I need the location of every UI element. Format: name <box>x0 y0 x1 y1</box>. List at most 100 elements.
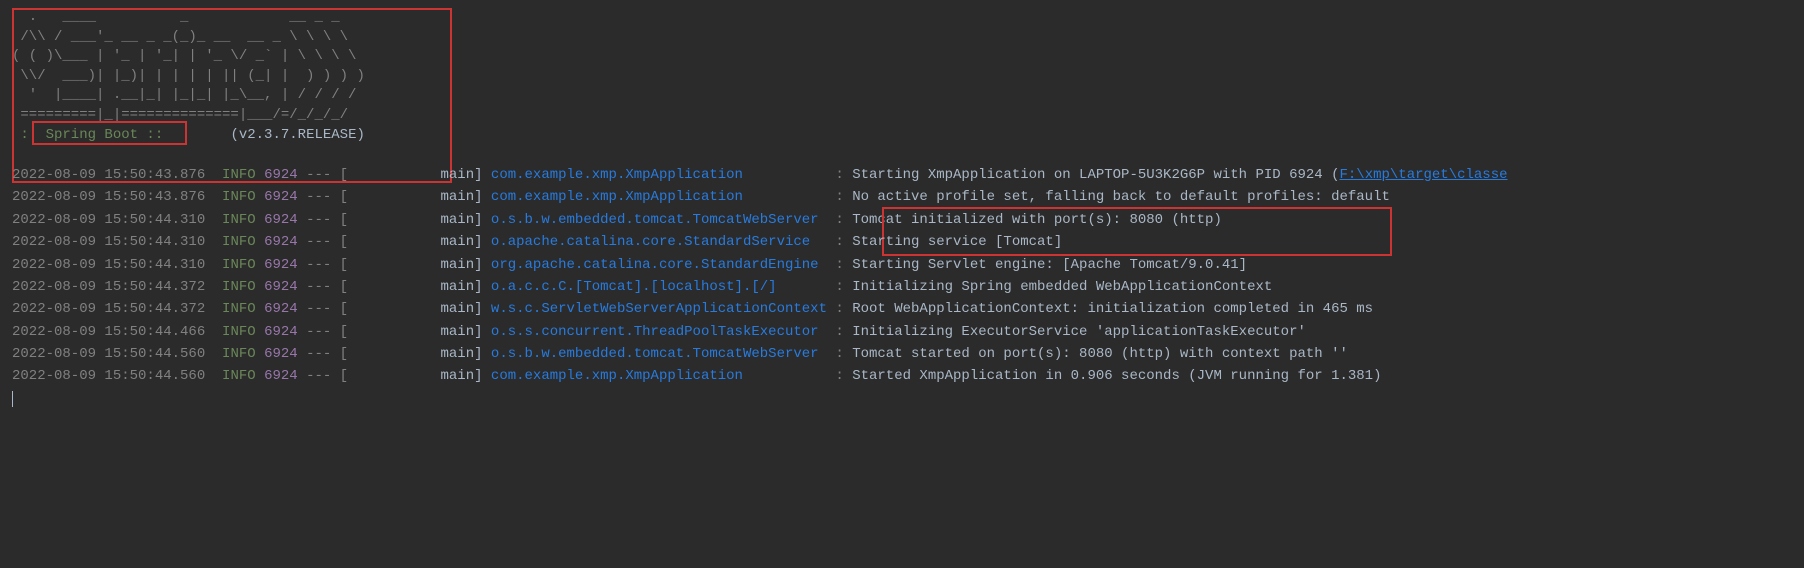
log-line: 2022-08-09 15:50:44.466 INFO 6924 --- [ … <box>12 321 1792 343</box>
ascii-art-line: ( ( )\___ | '_ | '_| | '_ \/ _` | \ \ \ … <box>12 47 365 67</box>
thread: main] <box>348 212 491 228</box>
pid: 6924 <box>264 324 298 340</box>
log-level: INFO <box>222 189 256 205</box>
thread: main] <box>348 234 491 250</box>
log-line: 2022-08-09 15:50:44.372 INFO 6924 --- [ … <box>12 298 1792 320</box>
spring-banner: . ____ _ __ _ _ /\\ / ___'_ __ _ _(_)_ _… <box>12 8 365 145</box>
ascii-art-line: \\/ ___)| |_)| | | | | || (_| | ) ) ) ) <box>12 67 365 87</box>
thread: main] <box>348 346 491 362</box>
log-message: Starting XmpApplication on LAPTOP-5U3K2G… <box>852 167 1339 183</box>
separator: --- [ <box>298 301 348 317</box>
separator: --- [ <box>298 189 348 205</box>
logger-name: o.a.c.c.C.[Tomcat].[localhost].[/] <box>491 279 827 295</box>
log-message: Tomcat initialized with port(s): 8080 (h… <box>852 212 1222 228</box>
logger-name: com.example.xmp.XmpApplication <box>491 189 827 205</box>
ascii-art-line: . ____ _ __ _ _ <box>12 8 365 28</box>
separator: --- [ <box>298 234 348 250</box>
log-output: 2022-08-09 15:50:43.876 INFO 6924 --- [ … <box>12 164 1792 410</box>
log-line: 2022-08-09 15:50:44.372 INFO 6924 --- [ … <box>12 276 1792 298</box>
pid: 6924 <box>264 301 298 317</box>
log-line: 2022-08-09 15:50:44.560 INFO 6924 --- [ … <box>12 365 1792 387</box>
log-level: INFO <box>222 234 256 250</box>
thread: main] <box>348 167 491 183</box>
thread: main] <box>348 257 491 273</box>
timestamp: 2022-08-09 15:50:44.310 <box>12 257 205 273</box>
thread: main] <box>348 279 491 295</box>
colon: : <box>827 346 852 362</box>
logger-name: o.s.b.w.embedded.tomcat.TomcatWebServer <box>491 346 827 362</box>
log-level: INFO <box>222 257 256 273</box>
colon: : <box>827 279 852 295</box>
log-line: 2022-08-09 15:50:44.310 INFO 6924 --- [ … <box>12 209 1792 231</box>
logger-name: org.apache.catalina.core.StandardEngine <box>491 257 827 273</box>
log-line: 2022-08-09 15:50:44.310 INFO 6924 --- [ … <box>12 254 1792 276</box>
pid: 6924 <box>264 212 298 228</box>
banner-footer: :: Spring Boot :: (v2.3.7.RELEASE) <box>12 126 365 146</box>
timestamp: 2022-08-09 15:50:44.466 <box>12 324 205 340</box>
logger-name: o.apache.catalina.core.StandardService <box>491 234 827 250</box>
colon: : <box>827 234 852 250</box>
pid: 6924 <box>264 257 298 273</box>
pid: 6924 <box>264 279 298 295</box>
log-line: 2022-08-09 15:50:44.560 INFO 6924 --- [ … <box>12 343 1792 365</box>
version-text: (v2.3.7.RELEASE) <box>172 127 365 143</box>
log-level: INFO <box>222 346 256 362</box>
separator: --- [ <box>298 212 348 228</box>
separator: --- [ <box>298 368 348 384</box>
timestamp: 2022-08-09 15:50:44.372 <box>12 301 205 317</box>
log-message: Tomcat started on port(s): 8080 (http) w… <box>852 346 1348 362</box>
log-message: Root WebApplicationContext: initializati… <box>852 301 1373 317</box>
pid: 6924 <box>264 234 298 250</box>
log-line: 2022-08-09 15:50:43.876 INFO 6924 --- [ … <box>12 186 1792 208</box>
log-line: 2022-08-09 15:50:44.310 INFO 6924 --- [ … <box>12 231 1792 253</box>
log-level: INFO <box>222 301 256 317</box>
log-level: INFO <box>222 279 256 295</box>
cursor-line <box>12 388 1792 410</box>
text-cursor <box>12 391 13 407</box>
colon: : <box>827 212 852 228</box>
colon: : <box>827 167 852 183</box>
colon: : <box>827 257 852 273</box>
log-level: INFO <box>222 212 256 228</box>
pid: 6924 <box>264 189 298 205</box>
colon: : <box>827 368 852 384</box>
timestamp: 2022-08-09 15:50:44.310 <box>12 234 205 250</box>
log-message: Started XmpApplication in 0.906 seconds … <box>852 368 1381 384</box>
logger-name: com.example.xmp.XmpApplication <box>491 167 827 183</box>
log-level: INFO <box>222 167 256 183</box>
timestamp: 2022-08-09 15:50:44.560 <box>12 368 205 384</box>
thread: main] <box>348 324 491 340</box>
pid: 6924 <box>264 368 298 384</box>
ascii-art-line: ' |____| .__|_| |_|_| |_\__, | / / / / <box>12 86 365 106</box>
ascii-art-line: /\\ / ___'_ __ _ _(_)_ __ __ _ \ \ \ \ <box>12 28 365 48</box>
timestamp: 2022-08-09 15:50:44.372 <box>12 279 205 295</box>
logger-name: o.s.s.concurrent.ThreadPoolTaskExecutor <box>491 324 827 340</box>
timestamp: 2022-08-09 15:50:44.310 <box>12 212 205 228</box>
spring-boot-label: :: Spring Boot :: <box>12 127 172 143</box>
log-message: Initializing ExecutorService 'applicatio… <box>852 324 1306 340</box>
pid: 6924 <box>264 346 298 362</box>
file-path-link[interactable]: F:\xmp\target\classe <box>1339 167 1507 183</box>
colon: : <box>827 189 852 205</box>
separator: --- [ <box>298 279 348 295</box>
separator: --- [ <box>298 324 348 340</box>
log-message: Starting Servlet engine: [Apache Tomcat/… <box>852 257 1247 273</box>
log-line: 2022-08-09 15:50:43.876 INFO 6924 --- [ … <box>12 164 1792 186</box>
colon: : <box>827 324 852 340</box>
logger-name: o.s.b.w.embedded.tomcat.TomcatWebServer <box>491 212 827 228</box>
ascii-art-line: =========|_|==============|___/=/_/_/_/ <box>12 106 365 126</box>
separator: --- [ <box>298 257 348 273</box>
separator: --- [ <box>298 167 348 183</box>
log-level: INFO <box>222 368 256 384</box>
logger-name: w.s.c.ServletWebServerApplicationContext <box>491 301 827 317</box>
log-message: Starting service [Tomcat] <box>852 234 1062 250</box>
timestamp: 2022-08-09 15:50:43.876 <box>12 189 205 205</box>
pid: 6924 <box>264 167 298 183</box>
log-message: Initializing Spring embedded WebApplicat… <box>852 279 1272 295</box>
thread: main] <box>348 368 491 384</box>
thread: main] <box>348 301 491 317</box>
log-level: INFO <box>222 324 256 340</box>
log-message: No active profile set, falling back to d… <box>852 189 1390 205</box>
timestamp: 2022-08-09 15:50:44.560 <box>12 346 205 362</box>
timestamp: 2022-08-09 15:50:43.876 <box>12 167 205 183</box>
